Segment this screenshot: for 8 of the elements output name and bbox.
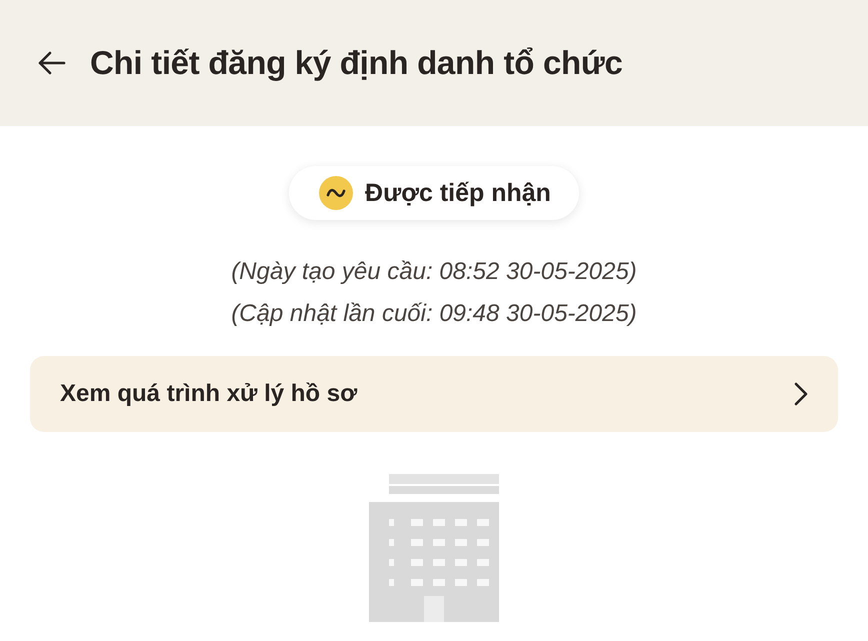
- chevron-right-icon: [794, 382, 808, 406]
- page-title: Chi tiết đăng ký định danh tổ chức: [90, 44, 623, 82]
- date-text: (Cập nhật lần cuối: 09:48 30-05-2025): [231, 300, 637, 328]
- process-history-link[interactable]: Xem quá trình xử lý hồ sơ: [30, 356, 838, 432]
- status-label: Được tiếp nhận: [365, 178, 551, 208]
- back-arrow-icon: [38, 51, 66, 75]
- wave-icon: [319, 176, 354, 210]
- date-text: (Ngày tạo yêu cầu: 08:52 30-05-2025): [231, 258, 637, 286]
